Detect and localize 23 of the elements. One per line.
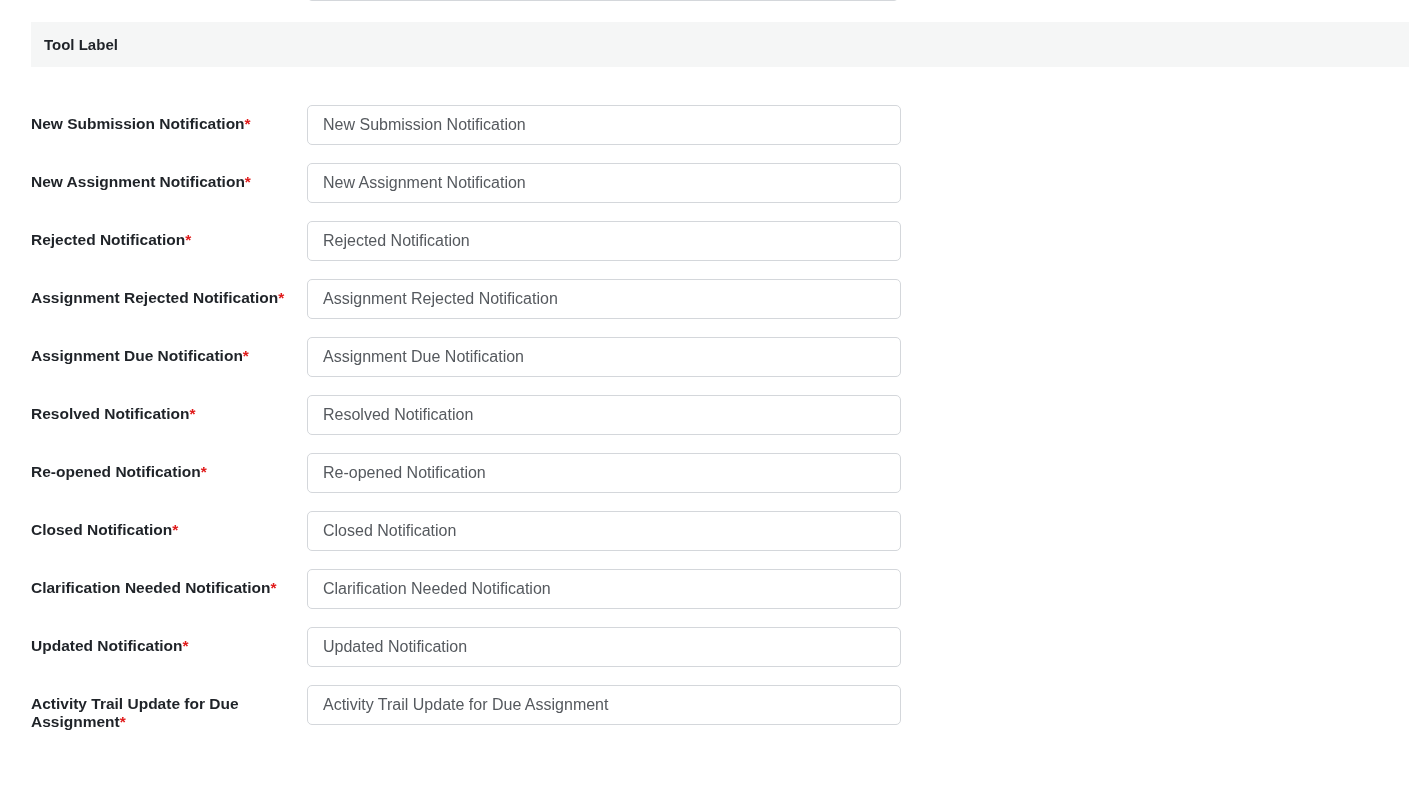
input-field[interactable]: Clarification Needed Notification (307, 569, 901, 609)
input-field[interactable]: New Assignment Notification (307, 163, 901, 203)
input-field[interactable]: Resolved Notification (307, 395, 901, 435)
field-label: Activity Trail Update for Due Assignment* (31, 694, 240, 732)
input-field[interactable]: Activity Trail Update for Due Assignment (307, 685, 901, 725)
section-title: Tool Label (44, 36, 118, 53)
input-field[interactable]: Re-opened Notification (307, 453, 901, 493)
field-label: Resolved Notification* (31, 404, 197, 424)
field-label: Closed Notification* (31, 520, 180, 540)
field-label: Clarification Needed Notification* (31, 578, 278, 598)
field-label: Re-opened Notification* (31, 462, 208, 482)
field-label: Updated Notification* (31, 636, 190, 656)
field-label: New Assignment Notification* (31, 172, 252, 192)
field-label: New Submission Notification* (31, 114, 252, 134)
input-field[interactable]: Assignment Rejected Notification (307, 279, 901, 319)
input-field[interactable]: Closed Notification (307, 511, 901, 551)
input-field[interactable]: Updated Notification (307, 627, 901, 667)
input-field[interactable]: New Submission Notification (307, 105, 901, 145)
field-label: Assignment Rejected Notification* (31, 288, 286, 308)
input-field[interactable]: Assignment Due Notification (307, 337, 901, 377)
input-field[interactable]: Rejected Notification (307, 221, 901, 261)
field-label: Assignment Due Notification* (31, 346, 250, 366)
field-label: Rejected Notification* (31, 230, 193, 250)
